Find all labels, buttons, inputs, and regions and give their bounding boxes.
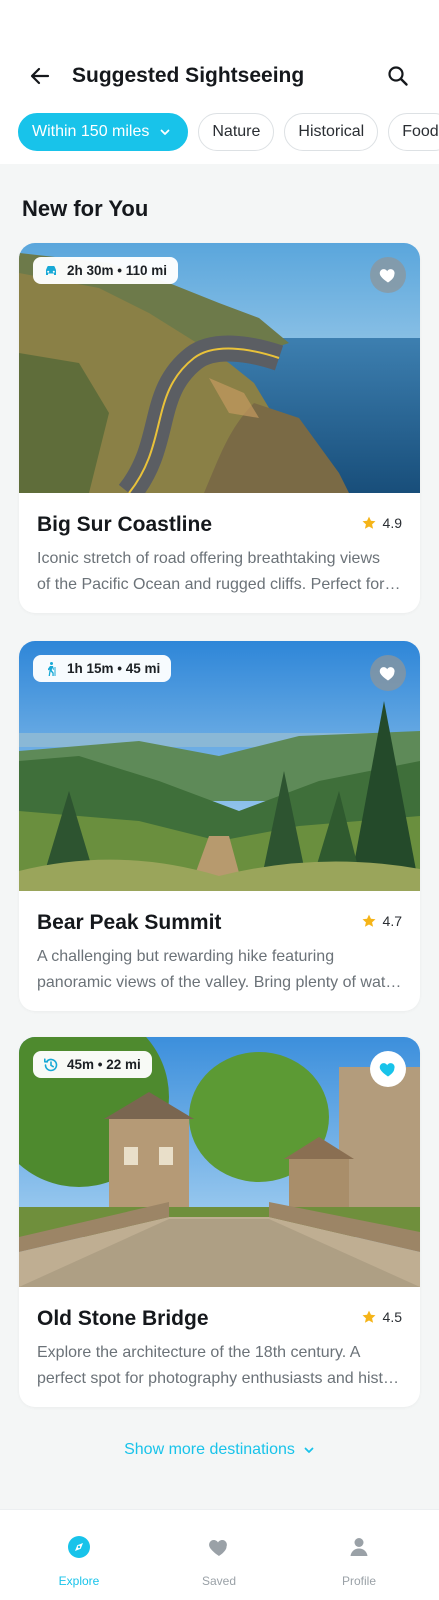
history-icon [44,1057,58,1071]
nav-label: Saved [201,1574,237,1588]
compass-icon [67,1535,91,1559]
destination-description: Explore the architecture of the 18th cen… [37,1340,402,1392]
filter-chip-label: Food [402,123,439,140]
car-icon [46,265,56,275]
description-line: Iconic stretch of road offering breathta… [37,550,380,567]
rating-value: 4.5 [382,1309,402,1325]
show-more-label: Show more destinations [124,1441,295,1458]
chevron-down-icon [304,1447,314,1453]
nav-label: Profile [341,1574,376,1588]
section-title: New for You [22,196,149,221]
search-icon [388,66,408,86]
destination-name: Old Stone Bridge [37,1307,209,1330]
destination-description: Iconic stretch of road offering breathta… [37,546,402,598]
heart-icon [207,1535,231,1559]
back-button[interactable] [26,62,54,90]
heart-icon [379,667,395,681]
heart-icon [379,1063,395,1077]
travel-time-text: 2h 30m • 110 mi [67,263,168,278]
description-line: panoramic views of the valley. Bring ple… [37,974,402,991]
nav-label: Explore [58,1574,100,1588]
description-line: of the Pacific Ocean and rugged cliffs. … [37,576,402,593]
star-icon [362,1310,375,1323]
app-header: Suggested Sightseeing Within 150 miles N… [0,0,439,164]
filter-chip-label: Nature [212,123,261,140]
travel-time-badge: 1h 15m • 45 mi [33,655,172,682]
filter-chip-label: Within 150 miles [32,123,150,140]
chevron-down-icon [159,126,171,138]
rating-value: 4.9 [382,515,402,531]
destination-description: A challenging but rewarding hike featuri… [37,944,402,996]
show-more-button[interactable]: Show more destinations [0,1441,439,1459]
rating: 4.9 [361,515,402,531]
nav-tab-explore[interactable]: Explore [19,1510,139,1600]
travel-time-text: 45m • 22 mi [67,1057,141,1072]
favorite-button[interactable] [370,1051,406,1087]
destination-card-big-sur[interactable]: 2h 30m • 110 mi Big Sur Coastline 4.9 Ic… [19,243,420,613]
travel-time-badge: 45m • 22 mi [33,1051,152,1078]
heart-icon [379,269,395,283]
description-line: A challenging but rewarding hike featuri… [37,948,335,965]
page-title: Suggested Sightseeing [72,64,305,87]
bottom-nav: Explore Saved Profile [0,1509,439,1600]
person-icon [347,1535,371,1559]
destination-name: Big Sur Coastline [37,513,213,536]
rating-value: 4.7 [382,913,402,929]
travel-time-badge: 2h 30m • 110 mi [33,257,179,284]
star-icon [362,914,375,927]
filter-chip-nature[interactable]: Nature [198,113,275,151]
arrow-left-icon [30,67,50,85]
star-icon [362,516,375,529]
destination-name: Bear Peak Summit [37,911,222,934]
filter-chip-label: Historical [298,123,365,140]
description-line: Explore the architecture of the 18th cen… [37,1344,361,1361]
search-button[interactable] [384,62,412,90]
rating: 4.5 [361,1309,402,1325]
travel-time-text: 1h 15m • 45 mi [67,661,161,676]
rating: 4.7 [361,913,402,929]
filter-chip-historical[interactable]: Historical [284,113,379,151]
destination-card-old-stone-bridge[interactable]: 45m • 22 mi Old Stone Bridge 4.5 Explore… [19,1037,420,1407]
filter-chip-distance[interactable]: Within 150 miles [18,113,189,151]
filter-chips: Within 150 miles Nature Historical Food [18,113,439,151]
nav-tab-saved[interactable]: Saved [159,1510,279,1600]
hiker-icon [48,661,56,676]
favorite-button[interactable] [370,655,406,691]
description-line: perfect spot for photography enthusiasts… [37,1370,402,1387]
nav-tab-profile[interactable]: Profile [299,1510,419,1600]
destination-card-bear-peak[interactable]: 1h 15m • 45 mi Bear Peak Summit 4.7 A ch… [19,641,420,1011]
filter-chip-food[interactable]: Food [388,113,439,151]
favorite-button[interactable] [370,257,406,293]
